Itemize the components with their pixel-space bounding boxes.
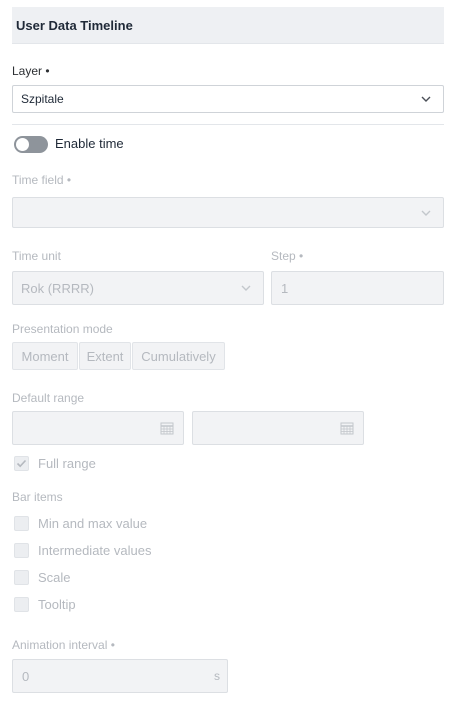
layer-required-mark: • bbox=[45, 64, 50, 78]
chevron-down-icon bbox=[421, 96, 431, 102]
step-value: 1 bbox=[281, 280, 289, 296]
bar-item-min-max[interactable]: Min and max value bbox=[14, 516, 147, 531]
time-field-label-text: Time field bbox=[12, 173, 64, 187]
animation-interval-input[interactable]: 0 s bbox=[12, 659, 228, 693]
layer-label-text: Layer bbox=[12, 64, 43, 78]
layer-label: Layer • bbox=[12, 64, 50, 78]
presentation-mode-label: Presentation mode bbox=[12, 322, 113, 336]
min-max-checkbox[interactable] bbox=[14, 516, 29, 531]
default-range-end-input[interactable] bbox=[192, 411, 364, 445]
animation-interval-label-text: Animation interval bbox=[12, 638, 108, 652]
layer-select[interactable]: Szpitale bbox=[12, 85, 444, 113]
layer-select-value: Szpitale bbox=[21, 92, 64, 106]
intermediate-checkbox[interactable] bbox=[14, 543, 29, 558]
step-input[interactable]: 1 bbox=[271, 271, 444, 305]
full-range-checkbox-box[interactable] bbox=[14, 456, 29, 471]
intermediate-label: Intermediate values bbox=[38, 543, 152, 558]
step-label-text: Step bbox=[271, 249, 296, 263]
bar-item-intermediate[interactable]: Intermediate values bbox=[14, 543, 151, 558]
full-range-checkbox[interactable]: Full range bbox=[14, 456, 96, 471]
presentation-mode-cumulatively[interactable]: Cumulatively bbox=[132, 342, 225, 370]
divider bbox=[12, 124, 444, 125]
time-unit-value: Rok (RRRR) bbox=[21, 280, 94, 296]
panel-title: User Data Timeline bbox=[12, 7, 444, 44]
default-range-start-input[interactable] bbox=[12, 411, 184, 445]
time-unit-label: Time unit bbox=[12, 249, 61, 263]
animation-interval-required-mark: • bbox=[110, 638, 115, 652]
default-range-label: Default range bbox=[12, 391, 85, 405]
presentation-mode-moment[interactable]: Moment bbox=[12, 342, 78, 370]
time-field-required-mark: • bbox=[66, 173, 72, 187]
time-field-label: Time field • bbox=[12, 173, 71, 187]
bar-item-tooltip[interactable]: Tooltip bbox=[14, 597, 76, 612]
enable-time-toggle[interactable] bbox=[14, 136, 48, 153]
scale-label: Scale bbox=[38, 570, 71, 585]
calendar-icon bbox=[340, 422, 354, 435]
presentation-mode-extent[interactable]: Extent bbox=[79, 342, 131, 370]
animation-interval-value: 0 bbox=[22, 668, 30, 684]
tooltip-checkbox[interactable] bbox=[14, 597, 29, 612]
toggle-knob bbox=[16, 138, 29, 151]
step-label: Step • bbox=[271, 249, 303, 263]
chevron-down-icon bbox=[421, 210, 431, 216]
bar-items-label: Bar items bbox=[12, 490, 63, 504]
bar-item-scale[interactable]: Scale bbox=[14, 570, 71, 585]
step-required-mark: • bbox=[299, 249, 304, 263]
timeline-settings-panel: User Data Timeline Layer • Szpitale Enab… bbox=[0, 0, 452, 703]
tooltip-label: Tooltip bbox=[38, 597, 76, 612]
time-field-select[interactable] bbox=[12, 197, 444, 228]
check-icon bbox=[16, 459, 27, 468]
full-range-label: Full range bbox=[38, 456, 96, 471]
time-unit-select[interactable]: Rok (RRRR) bbox=[12, 271, 264, 305]
animation-interval-unit: s bbox=[214, 669, 220, 683]
calendar-icon bbox=[160, 422, 174, 435]
chevron-down-icon bbox=[241, 285, 251, 291]
animation-interval-label: Animation interval • bbox=[12, 638, 115, 652]
scale-checkbox[interactable] bbox=[14, 570, 29, 585]
min-max-label: Min and max value bbox=[38, 516, 148, 531]
enable-time-label: Enable time bbox=[55, 136, 124, 151]
